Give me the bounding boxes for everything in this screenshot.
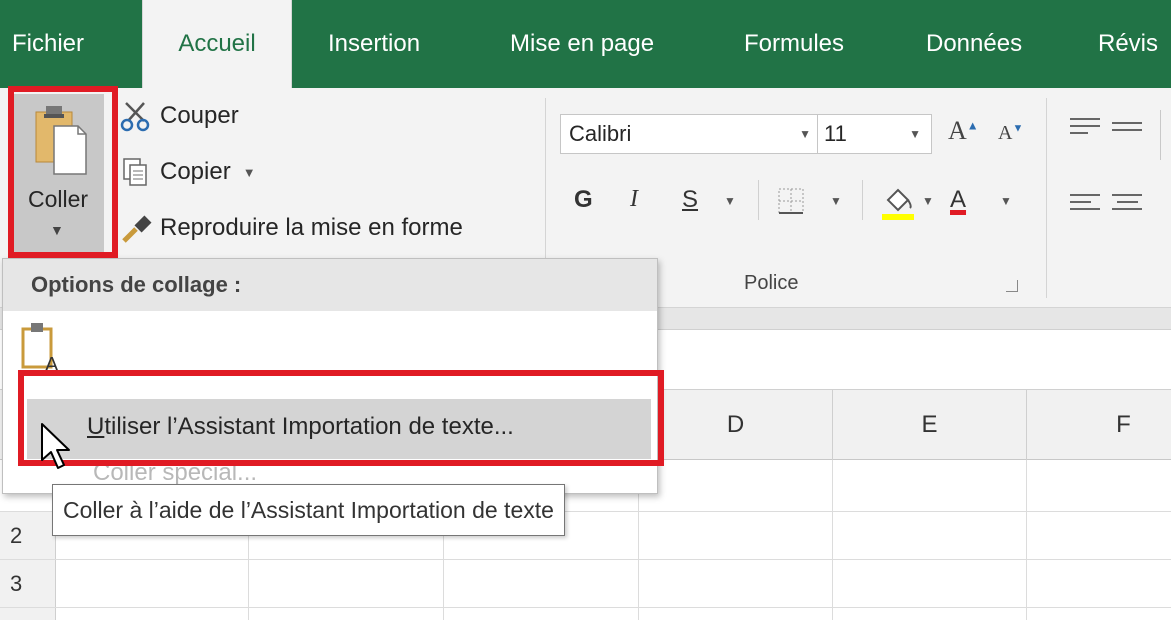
group-separator [1046,98,1047,298]
tab-insertion[interactable]: Insertion [328,0,420,88]
copy-button[interactable]: Copier ▼ [118,152,256,192]
underline-button[interactable]: S [682,186,698,214]
highlight-paste-button [8,86,118,258]
divider [862,180,863,220]
font-color-button[interactable]: A [950,186,966,214]
tab-fichier[interactable]: Fichier [12,0,84,88]
format-painter-button[interactable]: Reproduire la mise en forme [118,208,463,248]
fill-color-icon[interactable] [878,182,918,222]
dialog-launcher-icon[interactable] [1006,280,1018,292]
column-gridline [832,460,833,620]
tooltip: Coller à l’aide de l’Assistant Importati… [52,484,565,536]
cut-button[interactable]: Couper [118,96,239,136]
mouse-cursor-icon [41,423,70,469]
font-group-label: Police [744,272,799,294]
chevron-down-icon: ▼ [909,127,921,141]
divider [1160,110,1161,160]
cut-label: Couper [160,102,239,129]
chevron-down-icon[interactable]: ▼ [724,194,736,208]
align-left-icon[interactable] [1070,194,1100,216]
tab-donnees[interactable]: Données [926,0,1022,88]
shrink-font-icon: A [998,122,1013,144]
paste-options-header: Options de collage : [3,259,657,311]
shrink-font-button[interactable]: A▼ [998,122,1023,145]
copy-icon [118,155,156,189]
grow-font-icon: A [948,116,967,145]
paintbrush-icon [118,211,156,245]
chevron-down-icon: ▼ [799,127,811,141]
font-size-value: 11 [824,121,847,146]
row-header[interactable] [0,608,56,620]
align-center-icon[interactable] [1112,194,1142,216]
highlight-menu-item [18,370,664,466]
format-painter-label: Reproduire la mise en forme [160,214,463,241]
copy-label: Copier [160,158,231,185]
row-header-2[interactable]: 2 [0,512,56,559]
tab-accueil[interactable]: Accueil [142,0,292,92]
column-header-e[interactable]: E [832,390,1026,460]
tab-revision[interactable]: Révis [1098,0,1158,88]
column-header-f[interactable]: F [1026,390,1171,460]
font-size-combobox[interactable]: 11 ▼ [818,114,932,154]
scissors-icon [118,99,156,133]
tab-mise-en-page[interactable]: Mise en page [510,0,654,88]
font-name-combobox[interactable]: Calibri ▼ [560,114,818,154]
italic-button[interactable]: I [630,186,638,213]
paste-text-only-icon[interactable]: A [19,321,59,373]
chevron-down-icon[interactable]: ▼ [243,165,256,180]
divider [758,180,759,220]
ribbon-tab-bar: Fichier Accueil Insertion Mise en page F… [0,0,1171,92]
tab-formules[interactable]: Formules [744,0,844,88]
chevron-down-icon[interactable]: ▼ [830,194,842,208]
grow-font-button[interactable]: A▲ [948,116,979,146]
font-name-value: Calibri [569,121,632,146]
chevron-down-icon[interactable]: ▼ [922,194,934,208]
align-top-icon[interactable] [1070,118,1100,140]
borders-icon[interactable] [776,186,806,216]
table-row: 3 [0,560,1171,608]
column-gridline [1026,460,1027,620]
column-header-d[interactable]: D [638,390,832,460]
align-middle-icon[interactable] [1112,122,1142,144]
table-row [0,608,1171,620]
row-header-3[interactable]: 3 [0,560,56,607]
bold-button[interactable]: G [574,186,593,214]
chevron-down-icon[interactable]: ▼ [1000,194,1012,208]
